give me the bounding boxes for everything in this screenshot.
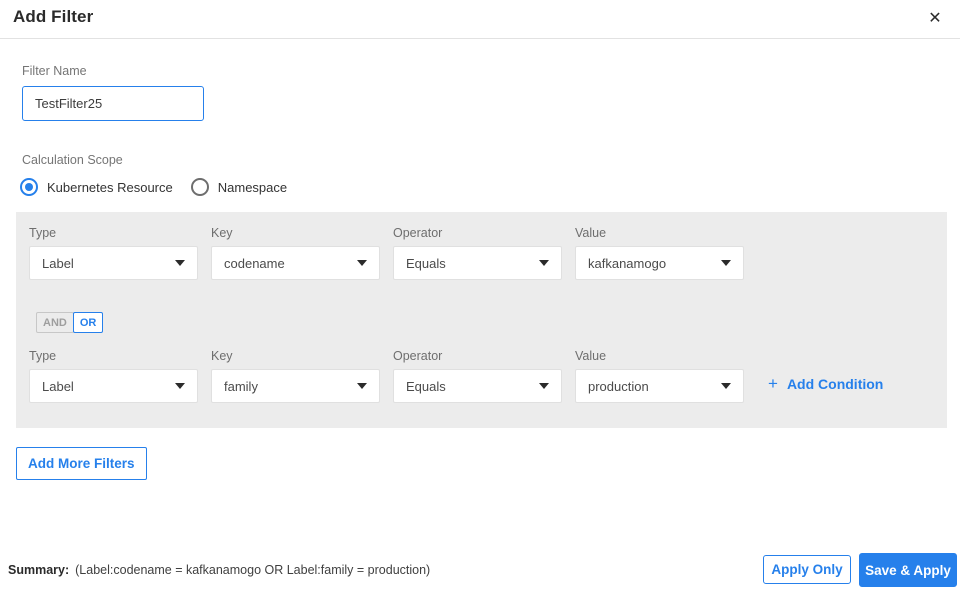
operator-label: Operator bbox=[393, 226, 443, 240]
filter-name-label: Filter Name bbox=[22, 64, 87, 78]
row2-operator-value: Equals bbox=[406, 378, 446, 394]
row2-value-value: production bbox=[588, 378, 649, 394]
key-label: Key bbox=[211, 349, 233, 363]
chevron-down-icon bbox=[175, 383, 185, 389]
chevron-down-icon bbox=[721, 260, 731, 266]
row1-type-value: Label bbox=[42, 255, 74, 271]
row2-type-column: Type Label bbox=[29, 349, 198, 403]
row1-key-select[interactable]: codename bbox=[211, 246, 380, 280]
row1-key-value: codename bbox=[224, 255, 285, 271]
filter-name-input[interactable] bbox=[22, 86, 204, 121]
radio-kubernetes-resource[interactable]: Kubernetes Resource bbox=[20, 178, 173, 196]
radio-selected-icon bbox=[20, 178, 38, 196]
row1-operator-select[interactable]: Equals bbox=[393, 246, 562, 280]
row1-value-column: Value kafkanamogo bbox=[575, 226, 744, 280]
save-and-apply-button[interactable]: Save & Apply bbox=[859, 553, 957, 587]
row2-type-value: Label bbox=[42, 378, 74, 394]
row1-value-value: kafkanamogo bbox=[588, 255, 667, 271]
close-icon: ✕ bbox=[928, 10, 942, 27]
calculation-scope-label: Calculation Scope bbox=[22, 153, 123, 167]
filter-summary: Summary: (Label:codename = kafkanamogo O… bbox=[8, 563, 430, 577]
row1-key-column: Key codename bbox=[211, 226, 380, 280]
chevron-down-icon bbox=[357, 260, 367, 266]
value-label: Value bbox=[575, 226, 607, 240]
row2-key-column: Key family bbox=[211, 349, 380, 403]
or-toggle-button[interactable]: OR bbox=[72, 312, 104, 333]
dialog-title: Add Filter bbox=[13, 7, 94, 26]
row1-type-select[interactable]: Label bbox=[29, 246, 198, 280]
row2-operator-column: Operator Equals bbox=[393, 349, 562, 403]
radio-namespace[interactable]: Namespace bbox=[190, 178, 288, 196]
chevron-down-icon bbox=[175, 260, 185, 266]
add-condition-label: Add Condition bbox=[786, 375, 884, 392]
chevron-down-icon bbox=[539, 260, 549, 266]
radio-label: Namespace bbox=[217, 179, 288, 195]
row2-key-value: family bbox=[224, 378, 258, 394]
type-label: Type bbox=[29, 349, 57, 363]
row2-operator-select[interactable]: Equals bbox=[393, 369, 562, 403]
close-button[interactable]: ✕ bbox=[922, 6, 948, 32]
row1-operator-value: Equals bbox=[406, 255, 446, 271]
chevron-down-icon bbox=[539, 383, 549, 389]
operator-label: Operator bbox=[393, 349, 443, 363]
conditions-panel: Type Label Key codename Operator Equals … bbox=[16, 212, 947, 428]
summary-label: Summary: bbox=[8, 563, 70, 577]
chevron-down-icon bbox=[357, 383, 367, 389]
row2-key-select[interactable]: family bbox=[211, 369, 380, 403]
radio-label: Kubernetes Resource bbox=[47, 179, 173, 195]
type-label: Type bbox=[29, 226, 57, 240]
value-label: Value bbox=[575, 349, 607, 363]
apply-only-button[interactable]: Apply Only bbox=[763, 555, 851, 584]
and-toggle-button[interactable]: AND bbox=[36, 312, 74, 333]
chevron-down-icon bbox=[721, 383, 731, 389]
radio-unselected-icon bbox=[190, 178, 209, 196]
plus-icon: + bbox=[768, 374, 778, 393]
row2-value-column: Value production bbox=[575, 349, 744, 403]
add-filter-dialog: Add Filter ✕ Filter Name Calculation Sco… bbox=[0, 0, 960, 595]
add-more-filters-button[interactable]: Add More Filters bbox=[16, 447, 147, 480]
calculation-scope-options: Kubernetes Resource Namespace bbox=[20, 176, 287, 198]
key-label: Key bbox=[211, 226, 233, 240]
row2-type-select[interactable]: Label bbox=[29, 369, 198, 403]
row1-value-select[interactable]: kafkanamogo bbox=[575, 246, 744, 280]
add-condition-button[interactable]: + Add Condition bbox=[768, 375, 883, 392]
row2-value-select[interactable]: production bbox=[575, 369, 744, 403]
row1-type-column: Type Label bbox=[29, 226, 198, 280]
row1-operator-column: Operator Equals bbox=[393, 226, 562, 280]
dialog-header: Add Filter ✕ bbox=[0, 0, 960, 39]
summary-text: (Label:codename = kafkanamogo OR Label:f… bbox=[75, 563, 431, 577]
logic-operator-toggle: AND OR bbox=[36, 312, 104, 333]
